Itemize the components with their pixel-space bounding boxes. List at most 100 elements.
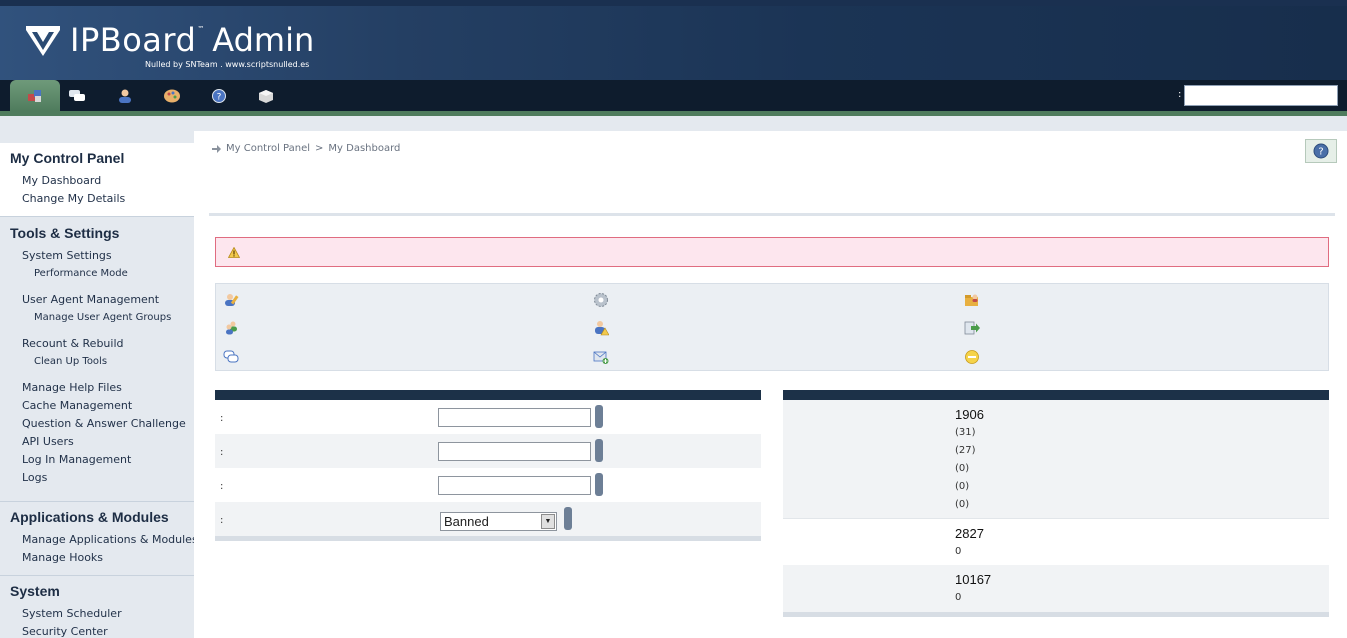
gear-icon <box>594 293 608 307</box>
sidebar-item-change-my-details[interactable]: Change My Details <box>0 190 194 208</box>
ipboard-logo[interactable]: IPBoard ™ Admin <box>24 22 314 62</box>
stat-members: 1906 (31) (27) (0) (0) (0) <box>783 400 1329 518</box>
sidebar-item-logs[interactable]: Logs <box>0 469 194 487</box>
stat-sub-value: 0 <box>955 592 962 603</box>
stat-sub-value: (0) <box>955 481 970 492</box>
sidebar-item-manage-applications-modules[interactable]: Manage Applications & Modules <box>0 531 198 549</box>
member-warning-icon <box>595 321 609 336</box>
breadcrumb-separator: > <box>315 143 324 154</box>
warning-icon <box>228 246 240 258</box>
row-label: : <box>220 447 224 458</box>
tab-support[interactable]: ? <box>204 84 234 108</box>
warning-message-box <box>215 237 1329 267</box>
home-blocks-icon <box>28 89 41 102</box>
quick-link-4[interactable] <box>221 318 241 338</box>
sidebar-item-manage-user-agent-groups[interactable]: Manage User Agent Groups <box>0 309 194 327</box>
sidebar-item-manage-hooks[interactable]: Manage Hooks <box>0 549 194 567</box>
panel-header <box>215 390 761 400</box>
ipboard-logo-icon <box>26 26 60 56</box>
member-status-select[interactable]: Banned ▼ <box>440 512 557 531</box>
help-circle-icon: ? <box>1313 143 1329 159</box>
breadcrumb: My Control Panel > My Dashboard <box>212 143 400 154</box>
sidebar-item-recount-rebuild[interactable]: Recount & Rebuild <box>0 335 194 353</box>
quick-link-6[interactable] <box>962 318 982 338</box>
member-ip-input[interactable] <box>438 476 591 495</box>
sidebar-item-performance-mode[interactable]: Performance Mode <box>0 265 194 283</box>
tab-other[interactable] <box>251 84 281 108</box>
main-tab-bar: ? : <box>0 80 1347 111</box>
mail-add-icon <box>593 351 609 364</box>
stat-topics: 2827 0 <box>783 518 1329 565</box>
member-name-input[interactable] <box>438 408 591 427</box>
go-button[interactable] <box>595 439 603 462</box>
sidebar-item-log-in-management[interactable]: Log In Management <box>0 451 194 469</box>
go-button[interactable] <box>595 473 603 496</box>
admin-header: IPBoard ™ Admin Nulled by SNTeam . www.s… <box>0 0 1347 80</box>
breadcrumb-item-my-dashboard[interactable]: My Dashboard <box>328 143 400 154</box>
quick-links-panel <box>215 283 1329 371</box>
tab-look-feel[interactable] <box>157 84 187 108</box>
sidebar-item-security-center[interactable]: Security Center <box>0 623 194 638</box>
stat-sub-value: (27) <box>955 445 976 456</box>
breadcrumb-item-my-control-panel[interactable]: My Control Panel <box>226 143 310 154</box>
sidebar-divider <box>0 216 194 217</box>
quick-link-8[interactable] <box>591 347 611 367</box>
block-icon <box>259 90 273 103</box>
chat-bubbles-icon <box>69 90 85 101</box>
sidebar-item-system-settings[interactable]: System Settings <box>0 247 194 265</box>
quick-link-5[interactable] <box>591 318 611 338</box>
sidebar-item-api-users[interactable]: API Users <box>0 433 194 451</box>
sidebar-item-cache-management[interactable]: Cache Management <box>0 397 194 415</box>
quick-link-1[interactable] <box>221 290 241 310</box>
quick-link-9[interactable] <box>962 347 982 367</box>
sidebar-section-applications-modules: Applications & Modules Manage Applicatio… <box>0 509 198 567</box>
select-value: Banned <box>444 514 489 529</box>
sidebar-item-clean-up-tools[interactable]: Clean Up Tools <box>0 353 194 371</box>
search-row: : Banned ▼ <box>215 502 761 536</box>
tab-dashboard[interactable] <box>10 80 60 111</box>
sidebar-item-system-scheduler[interactable]: System Scheduler <box>0 605 194 623</box>
sidebar-item-manage-help-files[interactable]: Manage Help Files <box>0 379 194 397</box>
tab-members[interactable] <box>110 84 140 108</box>
member-edit-icon <box>225 294 239 306</box>
help-circle-icon: ? <box>212 89 226 103</box>
chat-bubbles-icon <box>223 350 239 363</box>
panel-footer <box>215 536 761 541</box>
stat-sub-value: (31) <box>955 427 976 438</box>
sidebar-divider <box>0 501 194 502</box>
quick-link-2[interactable] <box>591 290 611 310</box>
members-group-icon <box>226 321 237 335</box>
content-divider <box>209 213 1335 216</box>
sidebar-section-tools-settings: Tools & Settings System Settings Perform… <box>0 225 194 487</box>
quick-link-7[interactable] <box>221 347 241 367</box>
logo-brand-text: IPBoard <box>70 21 197 59</box>
sidebar-item-question-answer-challenge[interactable]: Question & Answer Challenge <box>0 415 194 433</box>
logo-admin-text: Admin <box>212 21 315 59</box>
sidebar-item-my-dashboard[interactable]: My Dashboard <box>0 172 194 190</box>
search-row: : <box>215 400 761 434</box>
sidebar-section-title: System <box>10 583 60 599</box>
member-search-panel: : : : : Banned ▼ <box>215 390 761 543</box>
stat-sub-value: 0 <box>955 546 962 557</box>
sidebar-item-user-agent-management[interactable]: User Agent Management <box>0 291 194 309</box>
members-icon <box>119 89 131 103</box>
admin-search-input[interactable] <box>1184 85 1338 106</box>
help-button[interactable]: ? <box>1305 139 1337 163</box>
sidebar-section-title: Applications & Modules <box>10 509 169 525</box>
stat-posts-total: 10167 <box>955 572 992 587</box>
row-label: : <box>220 413 224 424</box>
panel-header <box>783 390 1329 400</box>
sidebar-section-title: My Control Panel <box>10 150 125 166</box>
sidebar-divider <box>0 575 194 576</box>
sidebar-navigation: My Control Panel My Dashboard Change My … <box>0 116 198 638</box>
folder-user-icon <box>965 294 978 306</box>
tab-bar-accent-line <box>0 111 1347 116</box>
stat-sub-value: (0) <box>955 463 970 474</box>
quick-link-3[interactable] <box>962 290 982 310</box>
member-email-input[interactable] <box>438 442 591 461</box>
tab-forums[interactable] <box>62 84 92 108</box>
stat-members-total: 1906 <box>955 407 984 422</box>
go-button[interactable] <box>595 405 603 428</box>
search-label: : <box>1178 89 1182 100</box>
go-button[interactable] <box>564 507 572 530</box>
